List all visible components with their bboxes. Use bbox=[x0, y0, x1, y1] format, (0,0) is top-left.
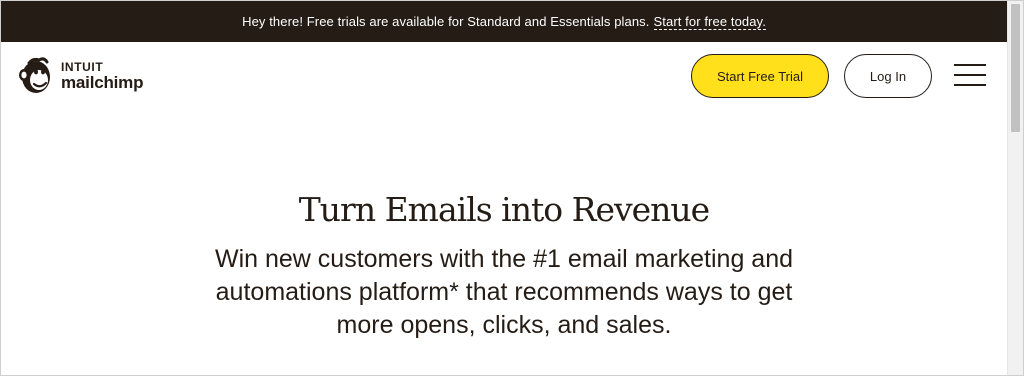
vertical-scrollbar[interactable] bbox=[1007, 1, 1023, 375]
mailchimp-logo[interactable]: INTUIT mailchimp bbox=[17, 55, 143, 97]
scrollbar-thumb[interactable] bbox=[1011, 4, 1020, 132]
logo-wordmark: INTUIT mailchimp bbox=[61, 61, 143, 91]
start-free-trial-button[interactable]: Start Free Trial bbox=[691, 54, 829, 98]
hero-subtitle: Win new customers with the #1 email mark… bbox=[214, 245, 794, 339]
hero-title: Turn Emails into Revenue bbox=[298, 190, 710, 229]
announcement-text: Hey there! Free trials are available for… bbox=[242, 14, 650, 29]
menu-line-bottom bbox=[954, 84, 986, 86]
freddie-monkey-icon bbox=[19, 57, 50, 93]
menu-line-top bbox=[954, 64, 986, 66]
page: Hey there! Free trials are available for… bbox=[1, 1, 1007, 375]
log-in-button[interactable]: Log In bbox=[844, 54, 932, 98]
logo-mailchimp-text: mailchimp bbox=[61, 73, 144, 92]
top-nav: INTUIT mailchimp Start Free Trial Log In bbox=[1, 42, 1007, 110]
hamburger-menu-icon[interactable] bbox=[954, 64, 986, 86]
hero-section: Turn Emails into Revenue Win new custome… bbox=[1, 181, 1007, 342]
browser-viewport: Hey there! Free trials are available for… bbox=[0, 0, 1024, 376]
announcement-bar: Hey there! Free trials are available for… bbox=[1, 1, 1007, 42]
logo-intuit-text: INTUIT bbox=[61, 60, 104, 74]
start-free-link[interactable]: Start for free today. bbox=[653, 14, 766, 30]
menu-line-middle bbox=[954, 74, 986, 76]
